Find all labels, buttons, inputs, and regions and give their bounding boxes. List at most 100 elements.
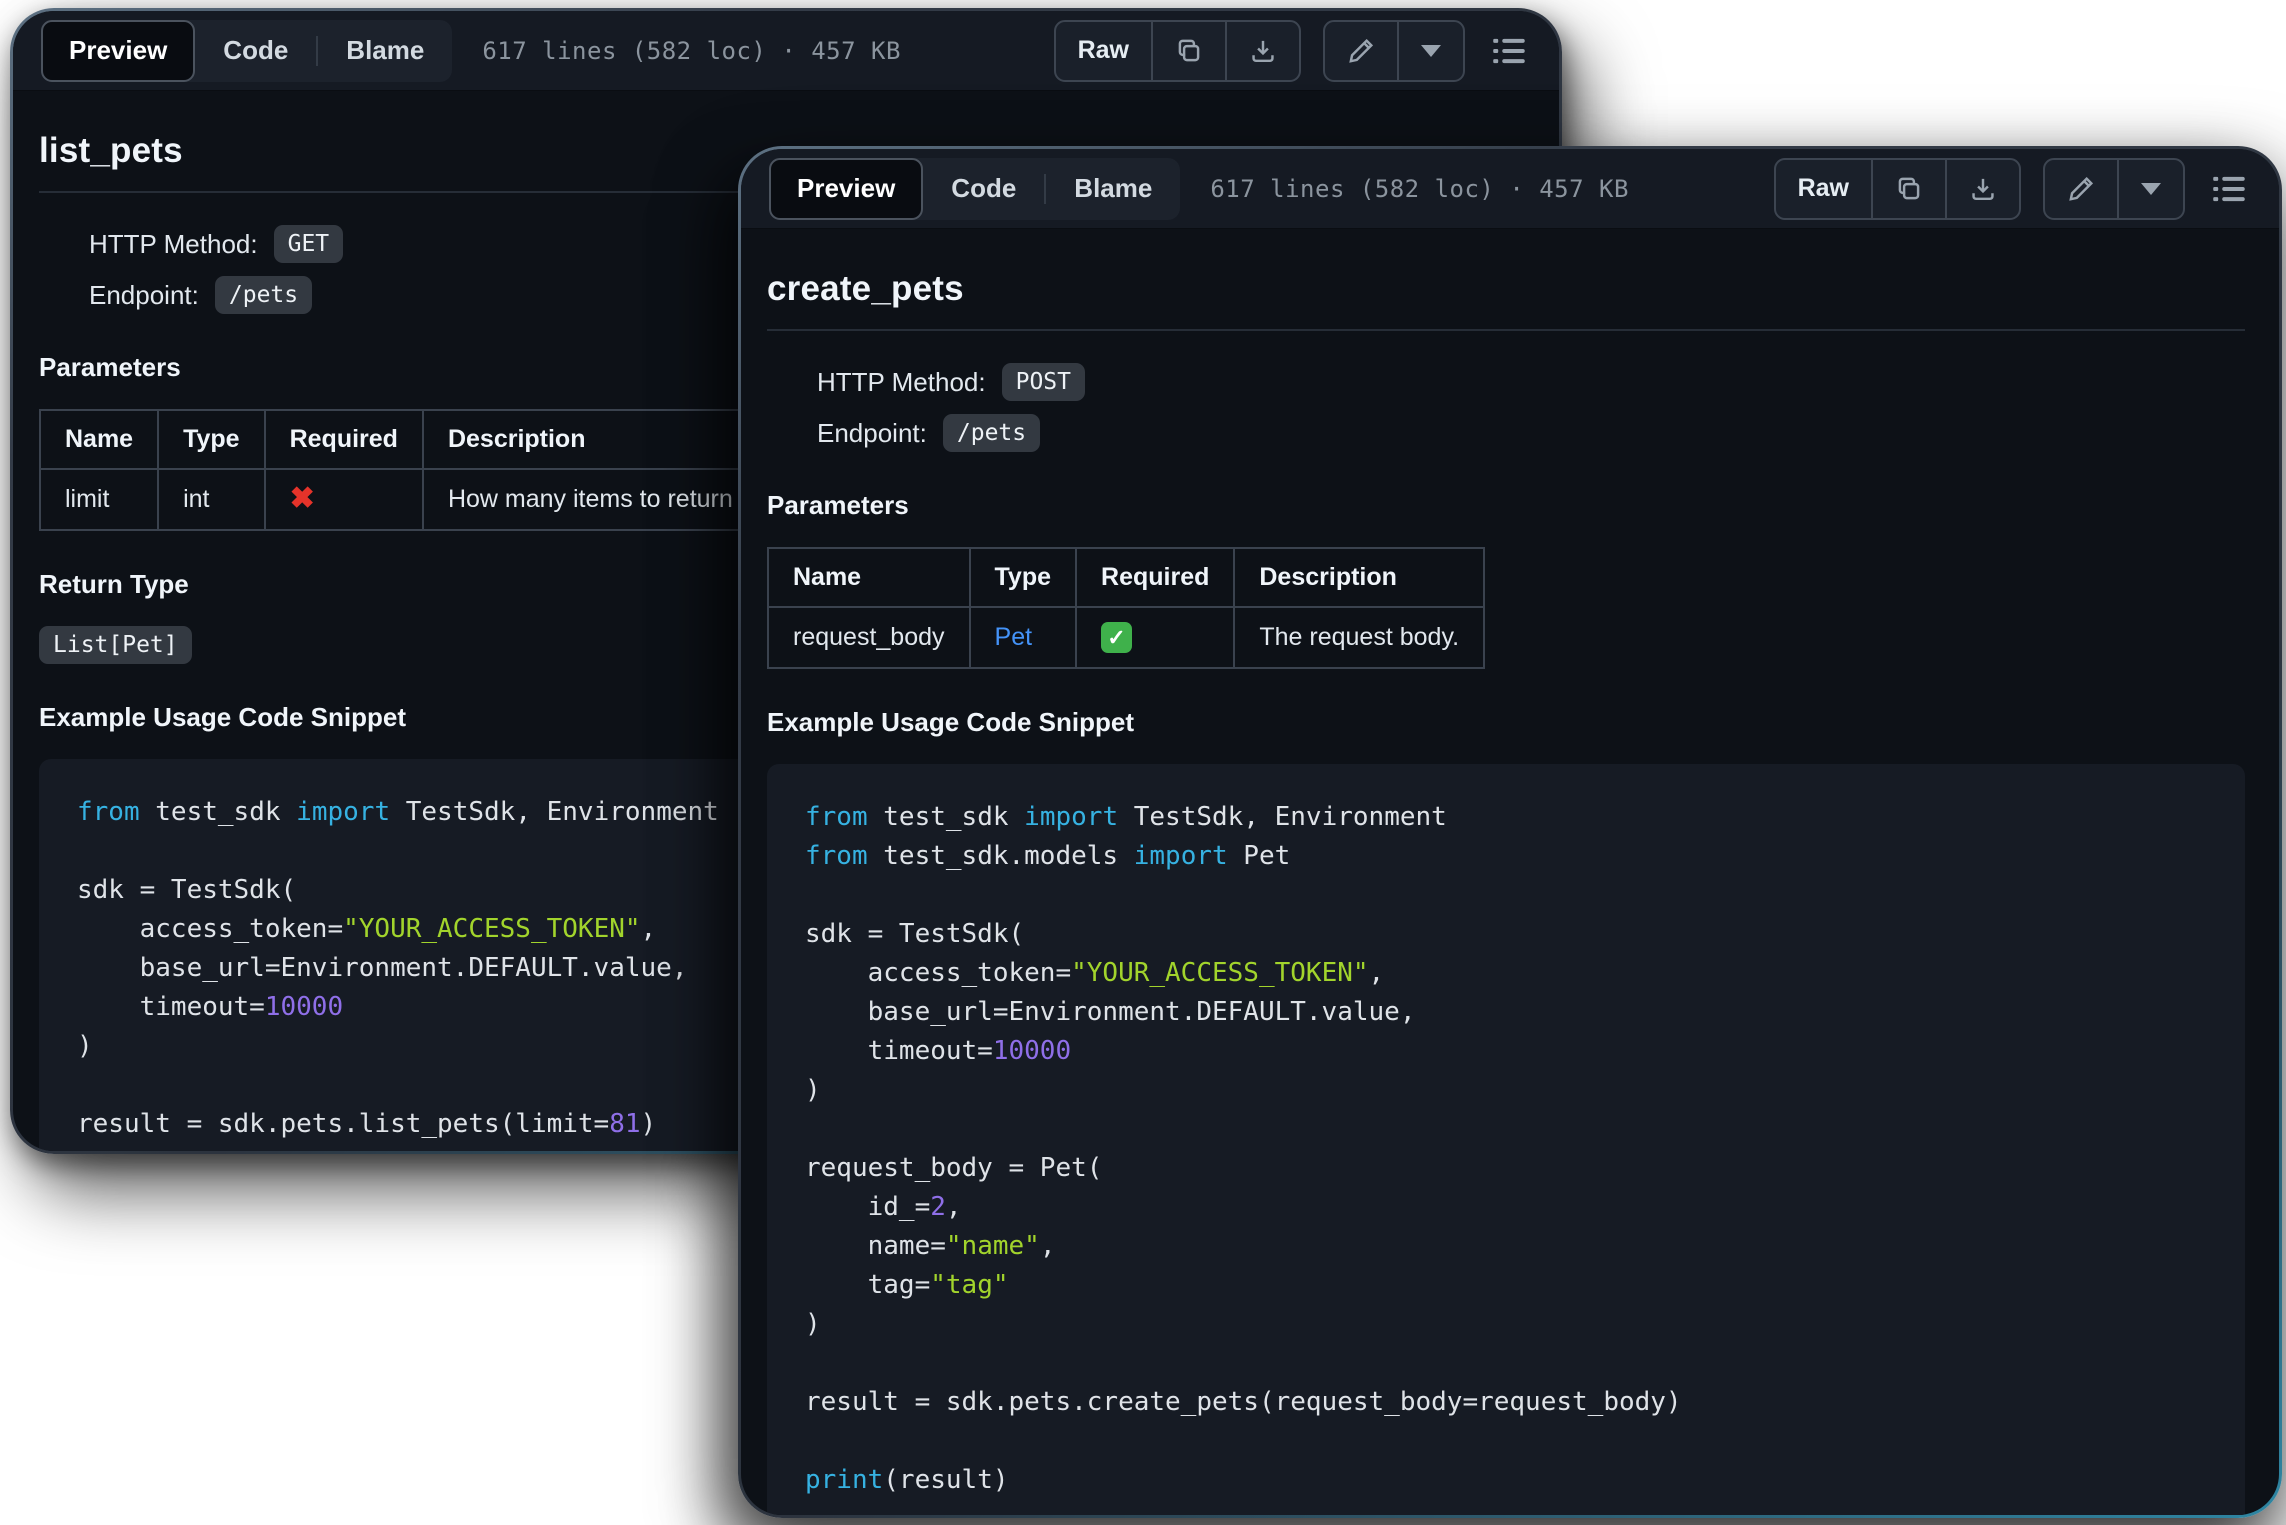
create-pets-window: Preview Code Blame 617 lines (582 loc) ·… [738, 146, 2282, 1518]
param-description-cell: The request body. [1233, 606, 1486, 669]
column-header: Description [421, 409, 759, 470]
download-button[interactable] [1945, 159, 2019, 218]
endpoint-meta: HTTP Method: POST Endpoint: /pets [817, 363, 2245, 452]
param-name-cell: limit [38, 468, 160, 531]
required-check-icon: ✓ [1101, 622, 1133, 653]
view-switcher: Preview Code Blame [41, 19, 453, 82]
edit-dropdown-button[interactable] [1397, 21, 1463, 80]
code-line: name="name", [805, 1231, 1056, 1261]
tab-code[interactable]: Code [195, 20, 316, 82]
endpoint-badge: /pets [214, 276, 313, 314]
outline-button[interactable] [2207, 171, 2251, 207]
outline-button[interactable] [1487, 33, 1531, 69]
code-line: sdk = TestSdk( [805, 919, 1025, 949]
view-switcher: Preview Code Blame [769, 157, 1181, 220]
column-header: Type [968, 547, 1078, 608]
copy-button[interactable] [1871, 159, 1945, 218]
endpoint-label: Endpoint: [817, 417, 927, 448]
parameters-table: Name Type Required Description request_body… [767, 547, 1486, 669]
outline-icon [2213, 176, 2245, 201]
page-title: create_pets [767, 269, 964, 308]
copy-icon [1178, 39, 1200, 61]
http-method-label: HTTP Method: [817, 366, 986, 397]
download-button[interactable] [1225, 21, 1299, 80]
column-header: Name [38, 409, 160, 470]
endpoint-label: Endpoint: [89, 279, 199, 310]
param-name-cell: request_body [767, 606, 971, 669]
code-line: id_=2, [805, 1192, 962, 1222]
edit-dropdown-button[interactable] [2117, 159, 2183, 218]
tab-code[interactable]: Code [923, 158, 1044, 220]
edit-button-group [1323, 19, 1465, 82]
param-description-cell: How many items to return [421, 468, 759, 531]
tab-preview[interactable]: Preview [769, 157, 924, 220]
download-icon [1252, 40, 1274, 62]
file-toolbar: Preview Code Blame 617 lines (582 loc) ·… [13, 11, 1559, 91]
code-line: access_token="YOUR_ACCESS_TOKEN", [805, 958, 1385, 988]
copy-icon [1898, 177, 1920, 199]
download-icon [1972, 178, 1994, 200]
http-method-line: HTTP Method: POST [817, 363, 2245, 401]
endpoint-badge: /pets [942, 414, 1041, 452]
tab-preview[interactable]: Preview [41, 19, 196, 82]
code-line: base_url=Environment.DEFAULT.value, [805, 997, 1416, 1027]
code-line: print(result) [805, 1465, 1009, 1495]
type-link[interactable]: Pet [995, 623, 1033, 651]
endpoint-line: Endpoint: /pets [817, 414, 2245, 452]
column-header: Name [767, 547, 971, 608]
pencil-icon [2069, 176, 2094, 201]
http-method-badge: GET [273, 225, 344, 263]
file-info: 617 lines (582 loc) · 457 KB [482, 36, 901, 65]
edit-button[interactable] [2045, 160, 2117, 218]
tab-blame[interactable]: Blame [318, 20, 452, 82]
param-required-cell: ✓ [1075, 606, 1236, 669]
code-line: result = sdk.pets.create_pets(request_bo… [805, 1387, 1682, 1417]
type-text: int [183, 485, 210, 513]
parameters-heading: Parameters [767, 490, 909, 520]
copy-button[interactable] [1151, 21, 1225, 80]
http-method-label: HTTP Method: [89, 228, 258, 259]
toolbar-actions: Raw [1053, 19, 1531, 82]
create-pets-window-surface: Preview Code Blame 617 lines (582 loc) ·… [741, 149, 2279, 1515]
code-snippet: from test_sdk import TestSdk, Environmen… [767, 764, 2245, 1515]
return-type-badge: List[Pet] [39, 626, 192, 664]
http-method-badge: POST [1001, 363, 1085, 401]
code-line: timeout=10000 [805, 1036, 1072, 1066]
raw-button[interactable]: Raw [1776, 160, 1871, 218]
code-line: from test_sdk.models import Pet [805, 841, 1291, 871]
toolbar-actions: Raw [1773, 157, 2251, 220]
not-required-cross-icon: ✖ [289, 482, 315, 515]
column-header: Description [1233, 547, 1486, 608]
column-header: Type [157, 409, 266, 470]
param-type-cell: Pet [968, 606, 1078, 669]
param-type-cell: int [157, 468, 266, 531]
code-line: from test_sdk import TestSdk, Environmen… [805, 802, 1447, 832]
column-header: Required [1075, 547, 1236, 608]
raw-button[interactable]: Raw [1056, 22, 1151, 80]
file-info: 617 lines (582 loc) · 457 KB [1210, 174, 1629, 203]
table-row: limit int ✖ How many items to return [38, 468, 759, 531]
raw-button-group: Raw [1773, 157, 2021, 220]
edit-button[interactable] [1325, 22, 1397, 80]
code-line: ) [805, 1309, 821, 1339]
edit-button-group [2043, 157, 2185, 220]
code-line: request_body = Pet( [805, 1153, 1103, 1183]
table-row: request_body Pet ✓ The request body. [767, 606, 1486, 669]
example-heading: Example Usage Code Snippet [767, 707, 1134, 737]
parameters-table: Name Type Required Description limit int ✖ How… [38, 409, 759, 531]
raw-button-group: Raw [1053, 19, 1301, 82]
tab-blame[interactable]: Blame [1046, 158, 1180, 220]
table-header-row: Name Type Required Description [767, 547, 1486, 608]
code-line: tag="tag" [805, 1270, 1009, 1300]
file-toolbar: Preview Code Blame 617 lines (582 loc) ·… [741, 149, 2279, 229]
param-required-cell: ✖ [263, 468, 424, 531]
pencil-icon [1349, 38, 1374, 63]
caret-down-icon [2141, 182, 2161, 195]
column-header: Required [263, 409, 424, 470]
code-line: ) [805, 1075, 821, 1105]
caret-down-icon [1421, 44, 1441, 57]
table-header-row: Name Type Required Description [38, 409, 759, 470]
